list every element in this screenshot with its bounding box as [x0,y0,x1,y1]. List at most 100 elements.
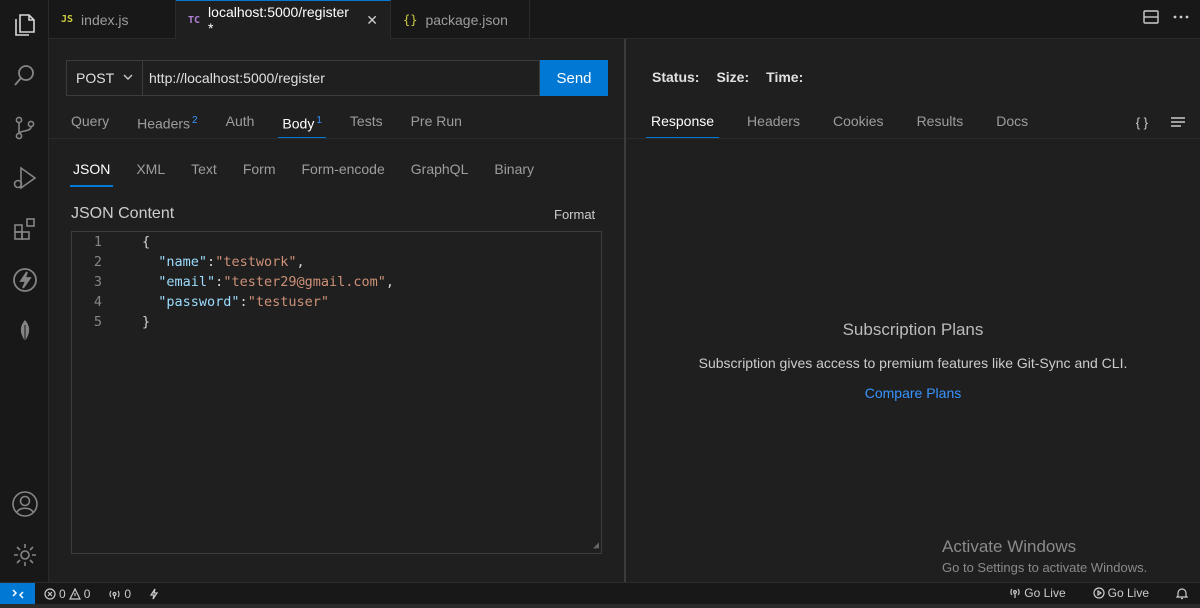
activate-windows-watermark: Activate Windows Go to Settings to activ… [942,537,1147,575]
taskbar-edge [0,604,1200,608]
count-badge: 2 [192,115,198,126]
json-value: "testwork" [215,254,297,270]
activity-bar [0,0,49,582]
tab-label: Query [71,113,110,129]
json-key: "password" [158,294,240,310]
status-bar: 0 0 0 Go Live Go Live [0,582,1200,605]
resize-handle-icon[interactable]: ◢ [593,540,599,551]
tab-label: Body [282,115,315,132]
json-content-title: JSON Content [71,205,175,222]
code-punct: , [296,254,305,270]
watermark-title: Activate Windows [942,537,1077,556]
thunder-client-file-icon: TC [188,14,201,26]
remote-indicator-icon[interactable] [0,582,35,605]
tab-query[interactable]: Query [71,111,109,139]
tab-index-js[interactable]: JS index.js [49,0,176,39]
source-control-icon[interactable] [9,112,41,144]
url-input[interactable]: http://localhost:5000/register [142,60,540,96]
response-pane: Status: Size: Time: Response Headers Coo… [626,39,1200,582]
go-live-button-1[interactable]: Go Live [1009,586,1066,600]
menu-icon[interactable] [1170,115,1186,132]
tab-label: localhost:5000/register * [208,4,349,36]
json-editor[interactable]: 1{ 2 "name":"testwork", 3 "email":"teste… [71,231,602,554]
broadcast-icon [109,590,120,599]
tab-label: package.json [425,11,508,28]
problems-indicator[interactable]: 0 0 [44,587,90,601]
body-tab-form-encode[interactable]: Form-encode [302,161,385,187]
body-tab-graphql[interactable]: GraphQL [411,161,469,187]
tab-localhost-register[interactable]: TC localhost:5000/register * ✕ [176,0,391,39]
tab-actions [1142,8,1190,29]
json-value: "testuser" [247,294,329,310]
close-icon[interactable]: ✕ [366,12,378,29]
body-type-tabs: JSON XML Text Form Form-encode GraphQL B… [69,161,560,187]
tab-auth[interactable]: Auth [226,111,255,139]
more-actions-icon[interactable] [1172,8,1190,29]
editor-tabs: JS index.js TC localhost:5000/register *… [49,0,1200,39]
run-debug-icon[interactable] [9,162,41,194]
code-line: 3 "email":"tester29@gmail.com", [72,272,394,292]
tab-tests[interactable]: Tests [350,111,383,139]
json-file-icon: {} [403,12,418,27]
divider [49,138,624,139]
subscription-title: Subscription Plans [842,320,984,339]
request-pane: POST http://localhost:5000/register Send… [49,39,624,582]
send-button[interactable]: Send [540,60,608,96]
go-live-label: Go Live [1024,586,1066,600]
tab-label: Pre Run [410,113,462,129]
code-line: 5} [72,312,150,332]
tab-package-json[interactable]: {} package.json [391,0,530,39]
json-key: "email" [158,274,216,290]
tab-headers[interactable]: Headers 2 [137,111,197,139]
ports-indicator[interactable]: 0 [108,587,131,601]
body-tab-xml[interactable]: XML [136,161,165,187]
method-value: POST [76,70,115,86]
tab-response-headers[interactable]: Headers [747,113,800,139]
method-select[interactable]: POST [66,60,142,96]
tab-label: Tests [349,113,383,129]
code-line: 1{ [72,232,150,252]
lightning-icon[interactable] [149,588,159,600]
thunder-client-icon[interactable] [9,264,41,296]
search-icon[interactable] [9,60,41,92]
body-tab-binary[interactable]: Binary [494,161,534,187]
tab-pre-run[interactable]: Pre Run [411,111,462,139]
tab-label: Auth [225,113,255,129]
tab-body[interactable]: Body 1 [278,111,327,139]
mongodb-leaf-icon[interactable] [9,315,41,347]
response-actions: { } [1136,115,1186,132]
json-braces-icon[interactable]: { } [1136,115,1148,132]
request-tabs: Query Headers 2 Auth Body 1 Tests Pre Run [71,111,490,139]
body-tab-json[interactable]: JSON [69,161,114,187]
tab-results[interactable]: Results [917,113,964,139]
format-button[interactable]: Format [554,207,595,222]
tab-label: Headers [137,115,191,132]
divider [626,138,1200,139]
extensions-icon[interactable] [9,213,41,245]
tab-docs[interactable]: Docs [996,113,1028,139]
response-meta: Status: Size: Time: [652,69,803,85]
account-icon[interactable] [9,488,41,520]
tab-response[interactable]: Response [645,113,720,139]
code-punct: , [385,274,395,290]
go-live-button-2[interactable]: Go Live [1093,586,1149,600]
tab-cookies[interactable]: Cookies [833,113,884,139]
error-icon [44,587,56,600]
compare-plans-link[interactable]: Compare Plans [626,385,1200,401]
error-count: 0 [59,586,66,601]
notifications-bell-icon[interactable] [1176,587,1188,600]
status-label: Status: [652,69,700,85]
broadcast-icon [1010,588,1021,598]
body-tab-text[interactable]: Text [191,161,217,187]
line-number: 1 [93,234,102,250]
settings-gear-icon[interactable] [9,539,41,571]
subscription-description: Subscription gives access to premium fea… [698,355,1128,371]
code-line: 4 "password":"testuser" [72,292,329,312]
js-file-icon: JS [61,14,74,25]
explorer-icon[interactable] [9,9,41,41]
response-tabs: Response Headers Cookies Results Docs [645,113,1061,139]
request-bar: POST http://localhost:5000/register Send [66,60,608,96]
status-bar-right: Go Live Go Live [1000,586,1188,600]
split-editor-icon[interactable] [1142,8,1160,29]
body-tab-form[interactable]: Form [243,161,276,187]
